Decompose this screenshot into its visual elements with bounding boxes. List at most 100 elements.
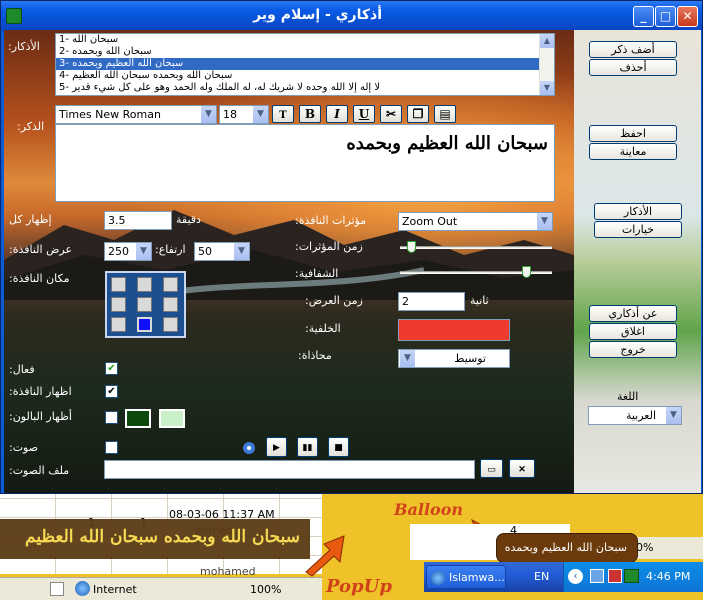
position-cell[interactable] <box>111 277 126 292</box>
chevron-down-icon: ▼ <box>399 350 415 367</box>
close-button[interactable]: ✕ <box>677 6 698 27</box>
slider-track <box>400 246 552 249</box>
list-item[interactable]: سبحان الله وبحمده سبحان الله العظيم -4 <box>56 70 554 82</box>
position-cell[interactable] <box>163 297 178 312</box>
exit-button[interactable]: خروج <box>589 341 677 358</box>
list-item-selected[interactable]: سبحان الله العظيم وبحمده -3 <box>56 58 554 70</box>
media-icon[interactable] <box>240 439 258 457</box>
position-cell[interactable] <box>111 317 126 332</box>
show-window-label: اظهار النافذة: <box>9 385 72 398</box>
dhikr-editor[interactable]: سبحان الله العظيم وبحمده <box>55 124 555 202</box>
clear-button[interactable]: ✕ <box>509 459 535 478</box>
sound-play-button[interactable]: ▶ <box>266 437 287 457</box>
balloon-text-color-swatch[interactable] <box>159 409 185 428</box>
close-app-button[interactable]: اغلاق <box>589 323 677 340</box>
position-cell[interactable] <box>111 297 126 312</box>
list-scrollbar[interactable]: ▲ ▼ <box>539 34 554 95</box>
display-time-input[interactable]: 2 <box>398 292 465 311</box>
browser-status-bar: Internet 100% <box>0 577 322 600</box>
preview-button[interactable]: معاينة <box>589 143 677 160</box>
sound-file-input[interactable] <box>104 460 475 479</box>
check-icon: ✔ <box>107 363 116 374</box>
maximize-button[interactable]: □ <box>655 6 676 27</box>
bold-button[interactable]: B <box>299 105 321 123</box>
transparency-slider[interactable] <box>400 263 552 281</box>
scroll-up-icon[interactable]: ▲ <box>540 34 554 48</box>
network-icon[interactable] <box>590 569 604 583</box>
adhkar-list[interactable]: سبحان الله -1 سبحان الله وبحمده -2 سبحان… <box>55 33 555 96</box>
taskbar-item-islamware[interactable]: Islamwa... <box>426 565 506 589</box>
title-bar[interactable]: أذكاري - إسلام وير _ □ ✕ <box>1 1 702 31</box>
position-cell[interactable] <box>163 317 178 332</box>
underline-button[interactable]: U <box>353 105 375 123</box>
width-value: 250 <box>108 245 129 258</box>
system-tray: ‹ 4:46 PM <box>563 562 703 592</box>
alignment-value: توسيط <box>454 352 486 365</box>
balloon-color-swatch[interactable] <box>125 409 151 428</box>
sound-checkbox[interactable] <box>105 441 118 454</box>
popup-caption: PopUp <box>326 576 392 597</box>
position-cell-selected[interactable] <box>137 317 152 332</box>
save-button[interactable]: احفظ <box>589 125 677 142</box>
scissors-icon: ✂ <box>385 107 397 121</box>
text-color-button[interactable]: T <box>272 105 294 123</box>
language-indicator[interactable]: EN <box>534 570 549 583</box>
page-icon <box>50 582 64 596</box>
show-every-input[interactable]: 3.5 <box>104 211 172 230</box>
about-button[interactable]: عن أذكاري <box>589 305 677 322</box>
list-item[interactable]: سبحان الله -1 <box>56 34 554 46</box>
window-position-grid[interactable] <box>105 271 186 338</box>
paste-button[interactable]: ▤ <box>434 105 456 123</box>
copy-button[interactable]: ❐ <box>407 105 429 123</box>
paste-icon: ▤ <box>439 107 451 121</box>
position-cell[interactable] <box>137 277 152 292</box>
slider-thumb[interactable] <box>521 266 531 278</box>
position-cell[interactable] <box>137 297 152 312</box>
editor-text: سبحان الله العظيم وبحمده <box>346 133 548 154</box>
window-effect-select[interactable]: Zoom Out ▼ <box>398 212 553 231</box>
cut-button[interactable]: ✂ <box>380 105 402 123</box>
tray-expand-icon[interactable]: ‹ <box>568 569 583 584</box>
chevron-down-icon: ▼ <box>665 407 681 424</box>
height-select[interactable]: 50 ▼ <box>194 242 250 261</box>
app-icon <box>6 8 22 24</box>
alignment-select[interactable]: توسيط ▼ <box>398 349 510 368</box>
sound-stop-button[interactable]: ■ <box>328 437 349 457</box>
chevron-down-icon: ▼ <box>536 213 552 230</box>
font-family-select[interactable]: Times New Roman ▼ <box>55 105 217 124</box>
show-balloon-checkbox[interactable] <box>105 411 118 424</box>
list-item[interactable]: سبحان الله وبحمده -2 <box>56 46 554 58</box>
language-select[interactable]: العربية ▼ <box>588 406 682 425</box>
scroll-down-icon[interactable]: ▼ <box>540 81 554 95</box>
background-color-swatch[interactable] <box>398 319 510 341</box>
font-size-select[interactable]: 18 ▼ <box>219 105 269 124</box>
browse-button[interactable]: ▭ <box>480 459 503 478</box>
adhkar-tab-button[interactable]: الأذكار <box>594 203 682 220</box>
add-dhikr-button[interactable]: أضف ذكر <box>589 41 677 58</box>
ie-icon <box>431 571 445 585</box>
italic-button[interactable]: I <box>326 105 348 123</box>
sound-label: صوت: <box>9 441 39 454</box>
chevron-down-icon: ▼ <box>233 243 249 260</box>
position-cell[interactable] <box>163 277 178 292</box>
effects-time-slider[interactable] <box>400 238 552 256</box>
security-icon[interactable] <box>608 569 622 583</box>
delete-button[interactable]: أحذف <box>589 59 677 76</box>
zoom-level[interactable]: 100% <box>250 583 281 596</box>
minimize-button[interactable]: _ <box>633 6 654 27</box>
slider-thumb[interactable] <box>407 241 417 253</box>
options-tab-button[interactable]: خيارات <box>594 221 682 238</box>
show-window-checkbox[interactable]: ✔ <box>105 385 118 398</box>
height-label: ارتفاع: <box>155 243 186 256</box>
adhkar-tray-icon[interactable] <box>624 569 639 583</box>
list-item[interactable]: لا إله إلا الله وحده لا شريك له، له المل… <box>56 82 554 94</box>
tray-balloon[interactable]: سبحان الله العظيم وبحمده <box>496 533 638 563</box>
clock: 4:46 PM <box>646 570 691 583</box>
width-select[interactable]: 250 ▼ <box>104 242 152 261</box>
popup-text: سبحان الله وبحمده سبحان الله العظيم <box>25 527 300 547</box>
language-label: اللغة <box>617 390 639 403</box>
active-checkbox[interactable]: ✔ <box>105 362 118 375</box>
sound-pause-button[interactable]: ▮▮ <box>297 437 318 457</box>
copy-icon: ❐ <box>412 107 424 121</box>
background-label: الخلفية: <box>305 322 341 335</box>
